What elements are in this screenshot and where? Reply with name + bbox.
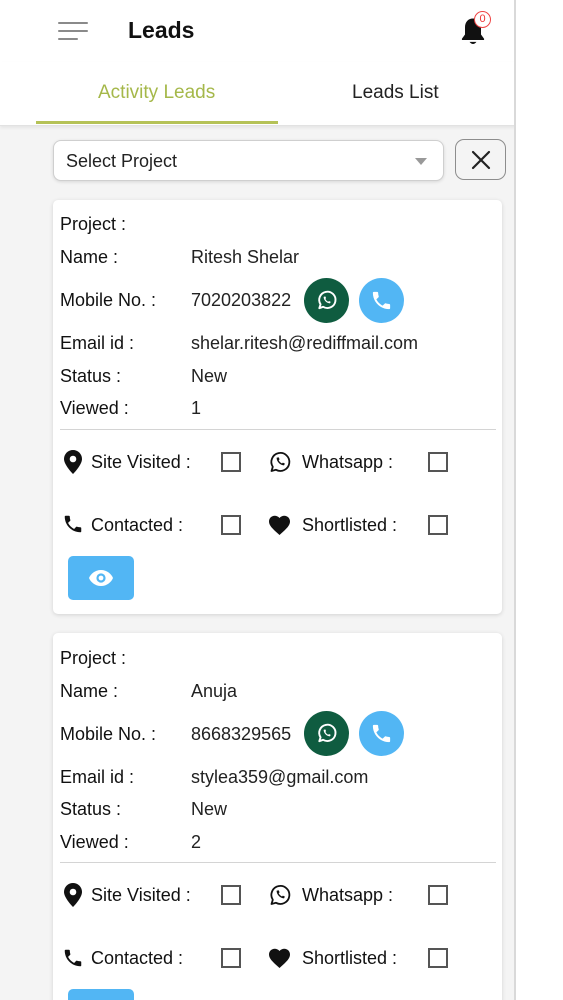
shortlisted-checkbox[interactable] [428, 515, 448, 535]
name-value: Ritesh Shelar [191, 247, 300, 267]
contacted-label: Contacted : [91, 515, 184, 535]
whatsapp-label: Whatsapp : [302, 452, 394, 472]
status-value: New [191, 799, 228, 819]
mobile-label: Mobile No. : [60, 724, 157, 744]
notification-badge: 0 [474, 11, 491, 28]
shortlisted-label: Shortlisted : [302, 948, 398, 968]
close-icon [471, 150, 491, 170]
notification-button[interactable]: 0 [456, 11, 491, 48]
app-screen: Leads 0 Activity Leads Leads List Select… [0, 0, 516, 1000]
whatsapp-icon [270, 885, 291, 905]
menu-icon[interactable] [58, 22, 88, 40]
location-pin-icon [64, 883, 82, 907]
card-divider [60, 862, 496, 863]
status-label: Status : [60, 799, 122, 819]
phone-icon [64, 515, 82, 533]
site-visited-checkbox[interactable] [221, 452, 241, 472]
whatsapp-button[interactable] [304, 711, 349, 756]
phone-icon [372, 291, 391, 310]
site-visited-checkbox[interactable] [221, 885, 241, 905]
view-lead-button[interactable] [68, 556, 134, 600]
shortlisted-label: Shortlisted : [302, 515, 398, 535]
phone-icon [64, 949, 82, 967]
mobile-value: 7020203822 [191, 290, 292, 310]
site-visited-label: Site Visited : [91, 885, 191, 905]
page-title: Leads [128, 17, 195, 43]
tab-activity-leads[interactable]: Activity Leads [98, 82, 215, 104]
site-visited-label: Site Visited : [91, 452, 191, 472]
card-divider [60, 429, 496, 430]
viewed-value: 1 [191, 398, 202, 418]
viewed-value: 2 [191, 832, 202, 852]
phone-icon [372, 724, 391, 743]
app-header: Leads 0 [0, 0, 514, 62]
whatsapp-button[interactable] [304, 278, 349, 323]
email-value: shelar.ritesh@rediffmail.com [191, 333, 419, 353]
shortlisted-checkbox[interactable] [428, 948, 448, 968]
tab-leads-list[interactable]: Leads List [352, 82, 439, 104]
active-tab-indicator [36, 121, 278, 124]
project-select[interactable]: Select Project [53, 140, 444, 181]
viewed-label: Viewed : [60, 398, 129, 418]
name-label: Name : [60, 247, 119, 267]
view-lead-button[interactable] [68, 989, 134, 1000]
project-label: Project : [60, 648, 127, 668]
call-button[interactable] [359, 278, 404, 323]
contacted-checkbox[interactable] [221, 515, 241, 535]
contacted-checkbox[interactable] [221, 948, 241, 968]
email-label: Email id : [60, 767, 135, 787]
heart-icon [269, 948, 290, 968]
whatsapp-icon [318, 290, 337, 310]
name-value: Anuja [191, 681, 238, 701]
lead-card: Project : Name : Ritesh Shelar Mobile No… [53, 200, 502, 614]
project-label: Project : [60, 214, 127, 234]
location-pin-icon [64, 450, 82, 474]
whatsapp-label: Whatsapp : [302, 885, 394, 905]
chevron-down-icon [415, 158, 427, 165]
email-value: stylea359@gmail.com [191, 767, 369, 787]
status-value: New [191, 366, 228, 386]
status-label: Status : [60, 366, 122, 386]
mobile-label: Mobile No. : [60, 290, 157, 310]
lead-card: Project : Name : Anuja Mobile No. : 8668… [53, 633, 502, 1000]
mobile-value: 8668329565 [191, 724, 292, 744]
email-label: Email id : [60, 333, 135, 353]
whatsapp-checkbox[interactable] [428, 885, 448, 905]
heart-icon [269, 515, 290, 535]
clear-filter-button[interactable] [455, 139, 506, 180]
project-select-value: Select Project [66, 151, 178, 171]
whatsapp-icon [318, 723, 337, 743]
call-button[interactable] [359, 711, 404, 756]
contacted-label: Contacted : [91, 948, 184, 968]
tab-bar: Activity Leads Leads List [0, 62, 514, 126]
viewed-label: Viewed : [60, 832, 129, 852]
eye-icon [89, 570, 113, 586]
whatsapp-checkbox[interactable] [428, 452, 448, 472]
name-label: Name : [60, 681, 119, 701]
whatsapp-icon [270, 452, 291, 472]
